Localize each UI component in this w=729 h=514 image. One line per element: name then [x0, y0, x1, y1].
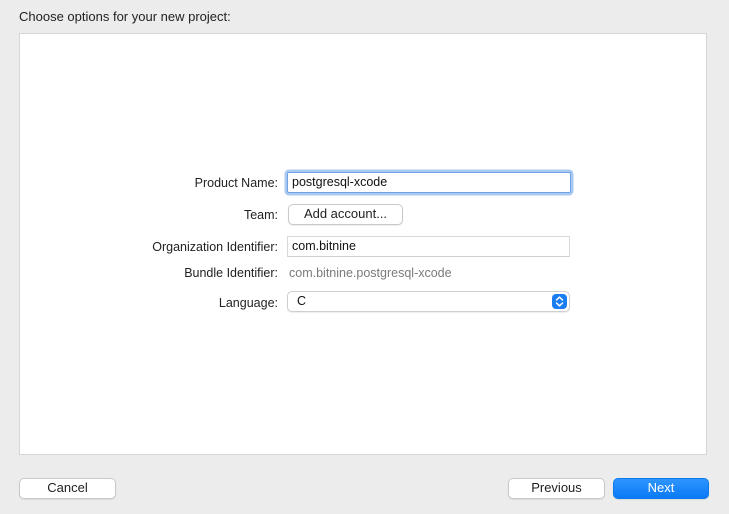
- up-down-chevron-icon: [552, 294, 567, 309]
- next-button[interactable]: Next: [613, 478, 709, 499]
- sheet-heading: Choose options for your new project:: [19, 9, 231, 24]
- language-popup-button[interactable]: C: [287, 291, 570, 312]
- team-label: Team:: [243, 208, 278, 222]
- language-selected-value: C: [297, 294, 307, 308]
- organization-identifier-field[interactable]: com.bitnine: [287, 236, 570, 257]
- cancel-button[interactable]: Cancel: [19, 478, 116, 499]
- language-label: Language:: [218, 296, 278, 310]
- product-name-label: Product Name:: [194, 176, 278, 190]
- new-project-options-sheet: Choose options for your new project: Pro…: [0, 0, 729, 514]
- previous-button[interactable]: Previous: [508, 478, 605, 499]
- product-name-field[interactable]: postgresql-xcode: [287, 172, 571, 193]
- add-account-button[interactable]: Add account...: [288, 204, 403, 225]
- organization-identifier-label: Organization Identifier:: [152, 240, 278, 254]
- bundle-identifier-label: Bundle Identifier:: [184, 266, 278, 280]
- bundle-identifier-value: com.bitnine.postgresql-xcode: [289, 266, 452, 280]
